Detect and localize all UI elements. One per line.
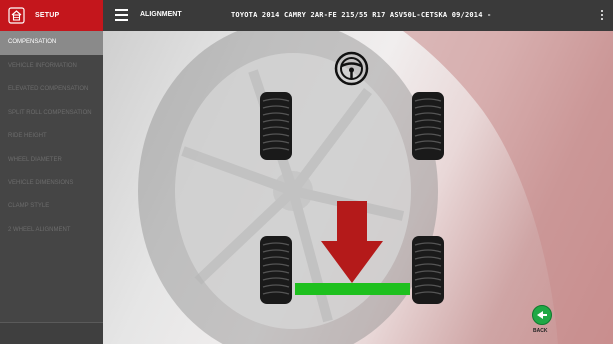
- sidebar-footer: [0, 322, 103, 344]
- position-indicator-bar: [295, 283, 410, 295]
- sidebar-item-ride-height[interactable]: RIDE HEIGHT: [0, 125, 103, 148]
- sidebar-item-compensation[interactable]: COMPENSATION: [0, 31, 103, 55]
- tire-rear-left: [260, 236, 292, 304]
- back-button[interactable]: [532, 305, 552, 325]
- home-icon: [8, 7, 25, 24]
- tire-rear-right: [412, 236, 444, 304]
- main-area: BACK: [103, 31, 613, 344]
- module-title: ALIGNMENT: [140, 11, 182, 18]
- sidebar: COMPENSATION VEHICLE INFORMATION ELEVATE…: [0, 31, 103, 344]
- sidebar-item-vehicle-dimensions[interactable]: VEHICLE DIMENSIONS: [0, 172, 103, 195]
- more-options-icon[interactable]: [600, 10, 604, 22]
- setup-tab[interactable]: SETUP: [0, 0, 103, 31]
- steering-wheel-icon: [334, 51, 369, 86]
- sidebar-item-wheel-diameter[interactable]: WHEEL DIAMETER: [0, 149, 103, 172]
- sidebar-item-vehicle-information[interactable]: VEHICLE INFORMATION: [0, 55, 103, 78]
- menu-icon[interactable]: [115, 9, 128, 21]
- sidebar-item-split-roll-compensation[interactable]: SPLIT ROLL COMPENSATION: [0, 102, 103, 125]
- setup-label: SETUP: [35, 12, 60, 19]
- move-direction-arrow-icon: [321, 201, 383, 283]
- tire-front-left: [260, 92, 292, 160]
- top-bar: SETUP ALIGNMENT TOYOTA 2014 CAMRY 2AR-FE…: [0, 0, 613, 31]
- tire-front-right: [412, 92, 444, 160]
- sidebar-item-clamp-style[interactable]: CLAMP STYLE: [0, 195, 103, 218]
- back-arrow-icon: [537, 311, 547, 319]
- back-label: BACK: [533, 328, 548, 334]
- vehicle-info: TOYOTA 2014 CAMRY 2AR-FE 215/55 R17 ASV5…: [231, 11, 492, 19]
- sidebar-item-2-wheel-alignment[interactable]: 2 WHEEL ALIGNMENT: [0, 219, 103, 242]
- sidebar-item-elevated-compensation[interactable]: ELEVATED COMPENSATION: [0, 78, 103, 101]
